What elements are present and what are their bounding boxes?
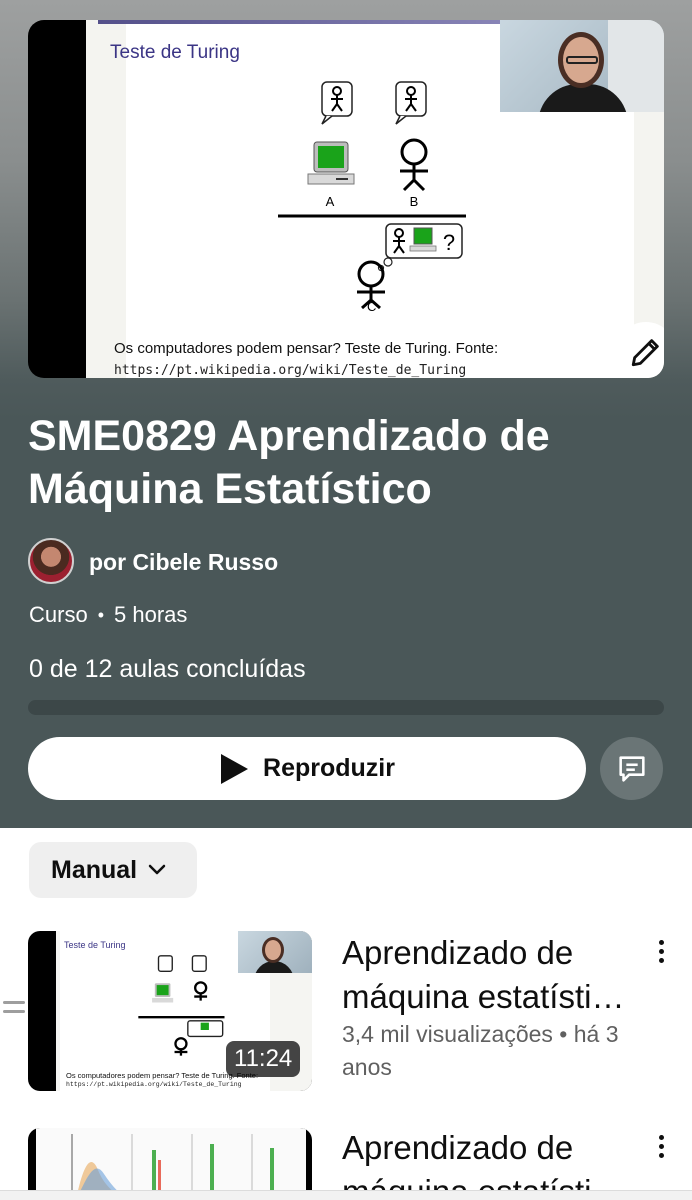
label-c: C	[367, 299, 377, 314]
duration-badge: 11:24	[226, 1041, 301, 1077]
label-a: A	[326, 194, 335, 209]
question-mark: ?	[443, 230, 455, 255]
person-icon	[400, 138, 428, 192]
slide-top-bar	[98, 20, 518, 24]
speech-bubble-b	[395, 81, 427, 125]
course-meta: Curso • 5 horas	[29, 602, 187, 628]
thought-bubble: ?	[377, 223, 463, 272]
course-title: SME0829 Aprendizado de Máquina Estatísti…	[28, 412, 550, 513]
comments-button[interactable]	[600, 737, 663, 800]
more-options-icon[interactable]	[650, 1135, 672, 1162]
computer-icon	[307, 141, 355, 185]
video-title-line-1[interactable]: Aprendizado de	[342, 931, 632, 975]
avatar[interactable]	[28, 538, 74, 584]
thumb-link: https://pt.wikipedia.org/wiki/Teste_de_T…	[66, 1081, 242, 1088]
author-name[interactable]: por Cibele Russo	[89, 549, 278, 576]
progress-bar	[28, 700, 664, 715]
course-thumbnail-video[interactable]: Teste de Turing A B ? C Os computadores …	[28, 20, 664, 378]
thumb-slide-title: Teste de Turing	[64, 940, 126, 950]
sort-label: Manual	[51, 855, 138, 884]
bottom-nav-edge	[0, 1190, 692, 1200]
more-options-icon[interactable]	[650, 940, 672, 967]
sort-dropdown[interactable]: Manual	[29, 842, 197, 898]
chevron-down-icon	[148, 864, 166, 875]
meta-separator: •	[97, 604, 104, 625]
slide-caption: Os computadores podem pensar? Teste de T…	[114, 340, 499, 357]
speech-bubble-a	[321, 81, 353, 125]
course-duration: 5 horas	[114, 602, 188, 627]
play-all-button[interactable]: Reproduzir	[28, 737, 586, 800]
turing-test-diagram: A B ?	[278, 81, 466, 310]
slide-title: Teste de Turing	[110, 42, 240, 63]
thumb-webcam	[238, 931, 312, 973]
video-title-line-2[interactable]: máquina estatísti…	[342, 975, 632, 1019]
video-meta: 3,4 mil visualizações • há 3 anos	[342, 1021, 619, 1080]
comment-icon	[618, 755, 645, 782]
pencil-icon	[631, 339, 659, 367]
play-icon	[221, 753, 249, 784]
course-type: Curso	[29, 602, 88, 627]
turing-test-diagram-small	[138, 955, 225, 1056]
drag-handle-icon[interactable]	[3, 1001, 25, 1019]
slide-link: https://pt.wikipedia.org/wiki/Teste_de_T…	[114, 363, 467, 378]
webcam-overlay	[500, 20, 664, 112]
play-label: Reproduzir	[263, 754, 395, 782]
label-b: B	[410, 194, 419, 209]
progress-text: 0 de 12 aulas concluídas	[29, 655, 306, 683]
video-title-line-1[interactable]: Aprendizado de	[342, 1126, 632, 1170]
